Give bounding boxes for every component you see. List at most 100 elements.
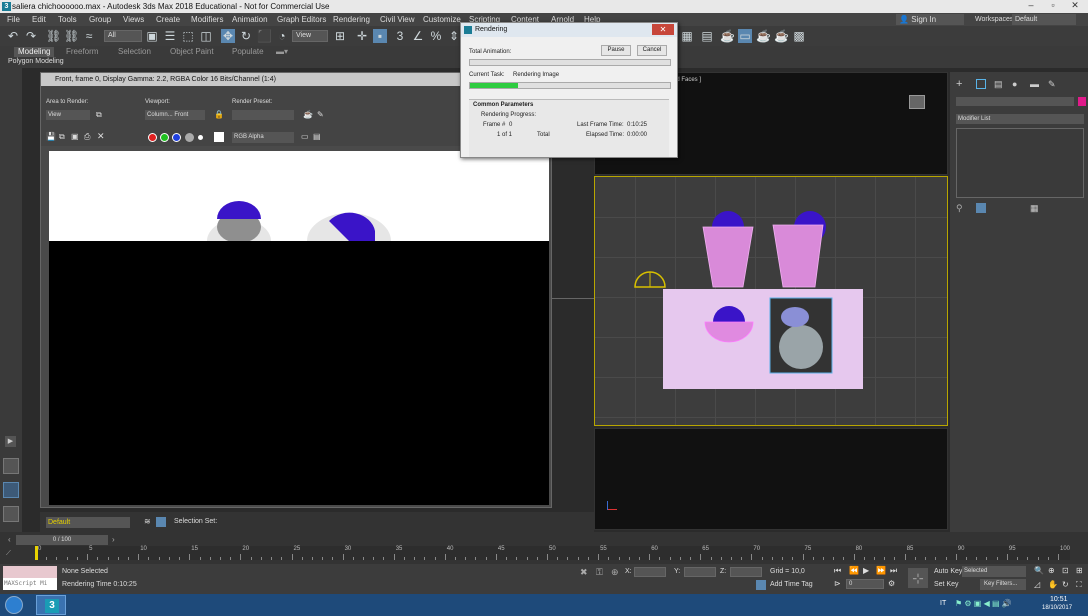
go-to-start-icon[interactable]: ⏮ bbox=[834, 566, 841, 576]
select-object-icon[interactable]: ▣ bbox=[145, 29, 159, 43]
common-parameters-label[interactable]: Common Parameters bbox=[473, 102, 533, 108]
x-coordinate-field[interactable] bbox=[634, 567, 666, 577]
absolute-mode-icon[interactable]: ⊕ bbox=[611, 567, 619, 578]
area-to-render-dropdown[interactable]: View bbox=[46, 110, 90, 120]
display-channel-dropdown[interactable]: RGB Alpha bbox=[232, 132, 294, 143]
menu-modifiers[interactable]: Modifiers bbox=[191, 13, 223, 26]
field-of-view-icon[interactable]: ◿ bbox=[1034, 580, 1040, 589]
time-marker[interactable] bbox=[35, 546, 38, 560]
show-end-result-icon[interactable] bbox=[976, 203, 986, 213]
redo-icon[interactable]: ↷ bbox=[24, 29, 38, 43]
clone-window-icon[interactable]: ▣ bbox=[71, 132, 79, 141]
render-in-cloud-icon[interactable]: ▩ bbox=[792, 29, 806, 43]
modifier-stack[interactable] bbox=[956, 128, 1084, 198]
bind-space-warp-icon[interactable]: ≈ bbox=[82, 29, 96, 43]
z-coordinate-field[interactable] bbox=[730, 567, 762, 577]
modifier-list-dropdown[interactable]: Modifier List bbox=[956, 114, 1084, 124]
configure-sets-icon[interactable]: ▦ bbox=[1030, 203, 1039, 214]
rendered-frame-window-icon[interactable]: ▭ bbox=[738, 29, 752, 43]
add-time-tag[interactable]: Add Time Tag bbox=[770, 581, 813, 588]
pivot-center-icon[interactable]: ⊞ bbox=[333, 29, 347, 43]
toggle-ui-icon[interactable]: ▤ bbox=[313, 132, 321, 141]
menu-tools[interactable]: Tools bbox=[58, 13, 77, 26]
pause-button[interactable]: Pause bbox=[601, 45, 631, 56]
modify-tab-icon[interactable] bbox=[976, 79, 986, 89]
tab-freeform[interactable]: Freeform bbox=[66, 47, 98, 57]
track-bar[interactable]: 0 5 10 15 20 25 30 35 40 45 50 55 60 65 70 75 80 85 90 95 10… bbox=[36, 546, 1070, 560]
orbit-icon[interactable]: ↻ bbox=[1062, 580, 1069, 589]
render-preset-dropdown[interactable] bbox=[232, 110, 294, 120]
auto-key-button[interactable]: Auto Key bbox=[934, 568, 962, 575]
select-by-name-icon[interactable]: ☰ bbox=[163, 29, 177, 43]
select-manipulate-icon[interactable]: ✛ bbox=[355, 29, 369, 43]
tab-modeling[interactable]: Modeling bbox=[14, 47, 55, 57]
zoom-extents-icon[interactable]: ⊡ bbox=[1062, 566, 1069, 575]
clock-date[interactable]: 18/10/2017 bbox=[1042, 605, 1072, 611]
menu-civil-view[interactable]: Civil View bbox=[380, 13, 415, 26]
select-rotate-icon[interactable]: ↻ bbox=[239, 29, 253, 43]
viewcube-icon[interactable] bbox=[909, 95, 925, 109]
viewport-bottom[interactable] bbox=[594, 428, 948, 530]
play-icon[interactable]: ▶ bbox=[863, 566, 869, 575]
curve-editor-icon[interactable]: ⟋ bbox=[6, 550, 11, 558]
start-button-icon[interactable] bbox=[5, 596, 23, 614]
previous-key-icon[interactable]: ⏪ bbox=[849, 566, 859, 575]
clear-image-icon[interactable]: ✕ bbox=[97, 131, 105, 142]
display-tab-icon[interactable]: ▬ bbox=[1030, 79, 1039, 89]
zoom-icon[interactable]: 🔍 bbox=[1034, 566, 1044, 575]
isolate-selection-icon[interactable]: ✖ bbox=[580, 567, 588, 578]
monochrome-icon[interactable] bbox=[198, 135, 203, 140]
object-color-swatch[interactable] bbox=[1078, 97, 1086, 106]
place-icon[interactable]: ◔ bbox=[275, 29, 289, 43]
ribbon-options-icon[interactable]: ▬▾ bbox=[276, 47, 288, 57]
sign-in-button[interactable]: 👤 Sign In bbox=[896, 14, 964, 25]
next-key-icon[interactable]: ⏩ bbox=[876, 566, 886, 575]
selected-dropdown[interactable]: Selected bbox=[962, 566, 1026, 577]
spinner-snap-icon[interactable]: ⇕ bbox=[447, 29, 461, 43]
expand-arrow-icon[interactable]: ▶ bbox=[5, 436, 16, 447]
key-mode-icon[interactable]: ⊳ bbox=[834, 579, 841, 588]
taskbar-3dsmax-button[interactable]: 3 bbox=[36, 595, 66, 615]
tab-populate[interactable]: Populate bbox=[232, 47, 264, 57]
pan-view-icon[interactable]: ✋ bbox=[1048, 580, 1058, 589]
selection-preset-field[interactable]: Default bbox=[46, 517, 130, 528]
input-language[interactable]: IT bbox=[940, 600, 946, 607]
layout-quad-icon[interactable] bbox=[3, 506, 19, 522]
window-crossing-icon[interactable]: ◫ bbox=[199, 29, 213, 43]
alpha-channel-icon[interactable] bbox=[185, 133, 194, 142]
snaps-toggle-icon[interactable]: 3 bbox=[393, 29, 407, 43]
menu-edit[interactable]: Edit bbox=[32, 13, 46, 26]
set-key-button[interactable]: Set Key bbox=[934, 581, 959, 588]
keyboard-shortcut-override-icon[interactable]: ▪ bbox=[373, 29, 387, 43]
maximize-viewport-icon[interactable]: ⛶ bbox=[1076, 580, 1082, 590]
render-iterative-icon[interactable]: ☕ bbox=[774, 29, 789, 43]
go-to-end-icon[interactable]: ⏭ bbox=[890, 566, 897, 576]
y-coordinate-field[interactable] bbox=[684, 567, 716, 577]
hierarchy-tab-icon[interactable]: ▤ bbox=[994, 79, 1003, 90]
menu-graph-editors[interactable]: Graph Editors bbox=[277, 13, 326, 26]
maximize-icon[interactable]: ▫ bbox=[1042, 0, 1064, 12]
zoom-extents-all-icon[interactable]: ⊞ bbox=[1076, 566, 1083, 575]
toggle-ui-overlay-icon[interactable]: ▭ bbox=[301, 132, 309, 141]
reference-coordinate-dropdown[interactable]: View bbox=[292, 30, 328, 42]
rendering-progress-dialog[interactable]: Rendering ✕ Pause Cancel Total Animation… bbox=[460, 22, 678, 158]
maxscript-listener-top[interactable] bbox=[3, 566, 57, 578]
percent-snap-icon[interactable]: % bbox=[429, 29, 443, 43]
render-canvas[interactable] bbox=[49, 151, 549, 505]
cancel-button[interactable]: Cancel bbox=[637, 45, 667, 56]
polygon-modeling-label[interactable]: Polygon Modeling bbox=[8, 58, 64, 65]
common-parameters-rollout[interactable]: Common Parameters Rendering Progress: Fr… bbox=[469, 99, 669, 157]
environment-effects-icon[interactable]: ✎ bbox=[317, 110, 324, 119]
print-image-icon[interactable]: ⎙ bbox=[84, 132, 90, 142]
save-image-icon[interactable]: 💾 bbox=[46, 132, 56, 141]
select-move-icon[interactable]: ✥ bbox=[221, 29, 235, 43]
key-filters-button[interactable]: Key Filters... bbox=[980, 579, 1026, 590]
selection-lock-icon[interactable]: ⚿ bbox=[596, 567, 603, 578]
tray-icons[interactable]: ⚑ ⚙ ▣ ◀ ▤ 🔊 bbox=[955, 599, 1012, 608]
dialog-close-icon[interactable]: ✕ bbox=[652, 24, 674, 35]
lock-viewport-icon[interactable]: 🔒 bbox=[214, 110, 224, 119]
scene-explorer-icon[interactable] bbox=[156, 517, 166, 527]
red-channel-icon[interactable] bbox=[148, 133, 157, 142]
render-setup-icon[interactable]: ☕ bbox=[720, 29, 735, 43]
create-tab-icon[interactable]: + bbox=[956, 78, 962, 90]
